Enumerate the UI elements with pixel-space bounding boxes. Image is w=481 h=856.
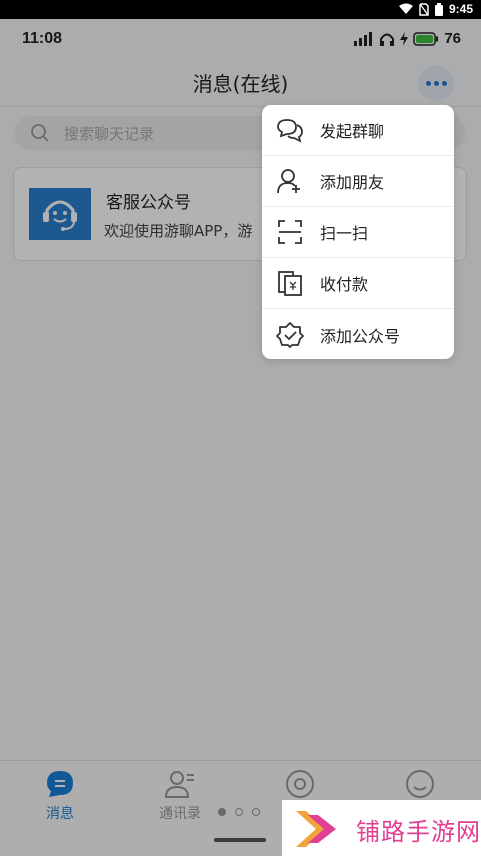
menu-item-add-friend[interactable]: 添加朋友: [262, 156, 454, 207]
no-sim-icon: [419, 2, 429, 16]
battery-icon: [434, 2, 443, 16]
wifi-icon: [398, 3, 413, 14]
menu-item-label: 发起群聊: [320, 122, 385, 141]
watermark-text: 铺路手游网: [356, 818, 481, 846]
payment-icon: [278, 271, 302, 296]
menu-item-label: 收付款: [320, 275, 369, 294]
group-chat-icon: [277, 119, 303, 143]
menu-item-group-chat[interactable]: 发起群聊: [262, 105, 454, 156]
menu-item-label: 扫一扫: [320, 224, 369, 243]
scan-icon: [278, 220, 302, 244]
menu-item-add-official-account[interactable]: 添加公众号: [262, 309, 454, 360]
system-status-bar: 9:45: [0, 0, 481, 19]
menu-item-payment[interactable]: 收付款: [262, 258, 454, 309]
watermark: 铺路手游网: [282, 800, 481, 856]
watermark-logo-icon: [296, 811, 336, 847]
add-friend-icon: [277, 169, 300, 194]
menu-item-label: 添加朋友: [320, 173, 385, 192]
menu-item-scan[interactable]: 扫一扫: [262, 207, 454, 258]
system-clock: 9:45: [448, 2, 473, 16]
add-official-account-icon: [276, 321, 304, 348]
system-status-icons: 9:45: [398, 2, 473, 16]
more-menu: 发起群聊 添加朋友 扫一扫 收付款 添加公众号: [262, 105, 454, 359]
menu-item-label: 添加公众号: [320, 326, 401, 346]
